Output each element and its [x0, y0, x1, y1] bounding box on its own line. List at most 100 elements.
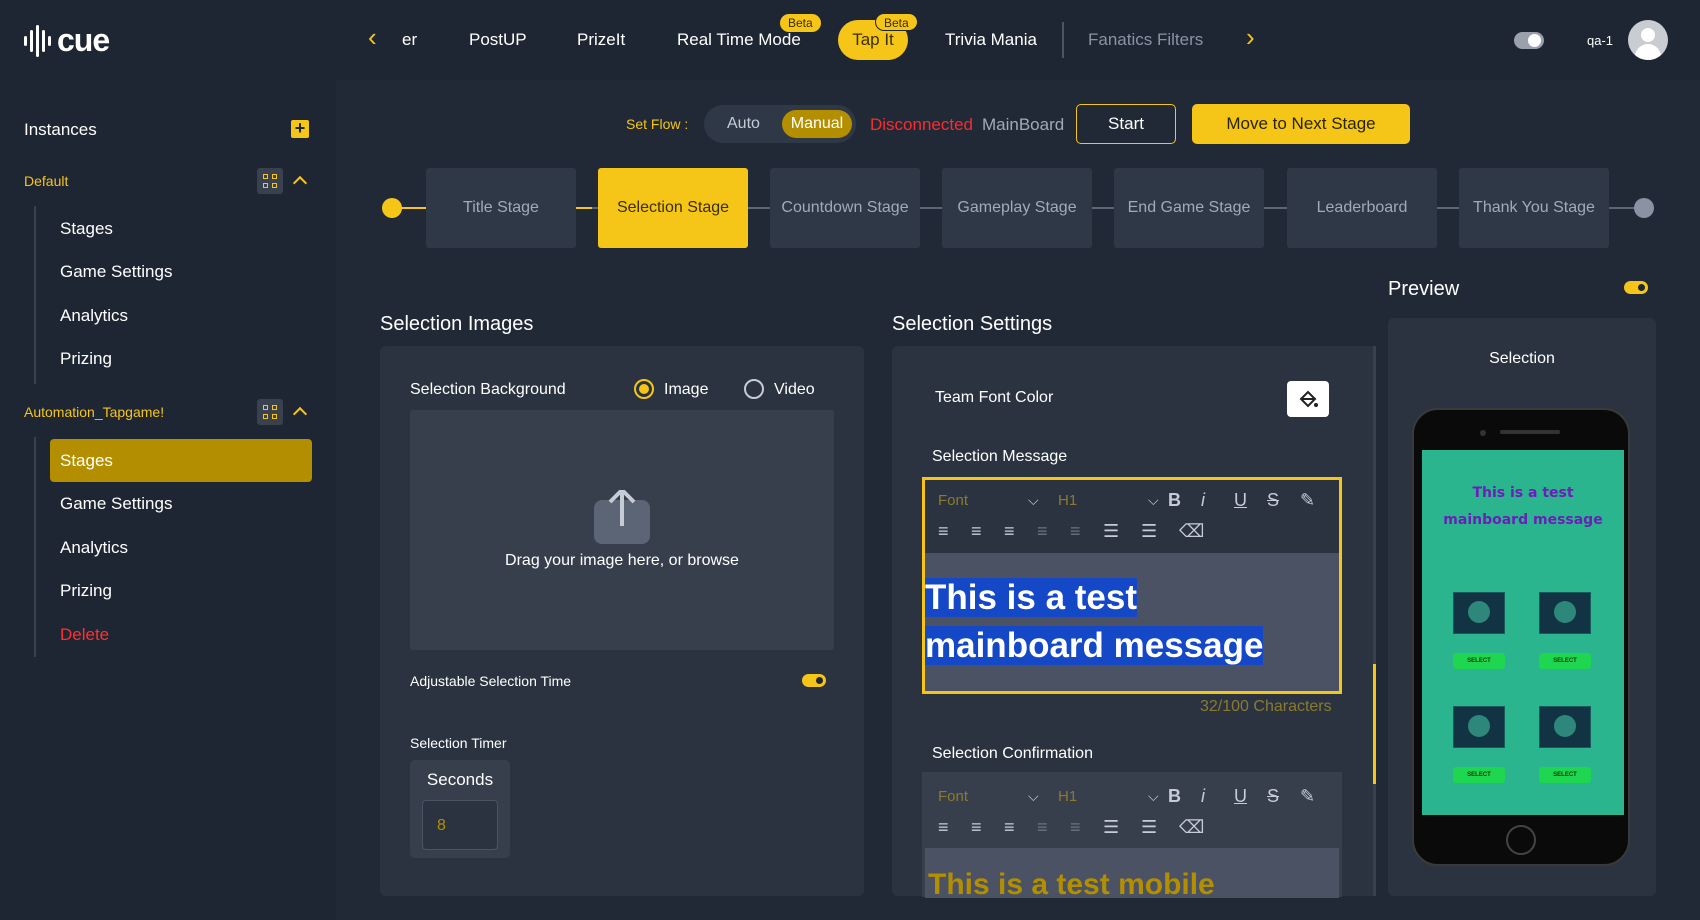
instance-default[interactable]: Default: [24, 173, 68, 189]
chevron-down-icon[interactable]: ⌵: [1148, 492, 1168, 509]
bullet-list-icon[interactable]: ☰: [1141, 521, 1179, 542]
chevron-down-icon[interactable]: ⌵: [1148, 788, 1168, 805]
flow-manual-option[interactable]: Manual: [782, 110, 852, 138]
sidebar-item-game-settings[interactable]: Game Settings: [60, 262, 172, 282]
bold-icon[interactable]: B: [1168, 490, 1201, 511]
align-right-icon[interactable]: ≡: [1004, 521, 1037, 542]
stage-gameplay[interactable]: Gameplay Stage: [942, 168, 1092, 248]
highlighter-icon[interactable]: ✎: [1300, 786, 1330, 807]
chevron-down-icon[interactable]: ⌵: [1028, 492, 1058, 509]
cue-logo[interactable]: cue: [24, 22, 110, 59]
font-select[interactable]: Font: [938, 492, 1028, 509]
selection-message-label: Selection Message: [932, 448, 1068, 465]
sidebar-item-stages-active[interactable]: Stages: [60, 451, 113, 471]
underline-icon[interactable]: U: [1234, 490, 1267, 511]
logo-mark-icon: [24, 23, 51, 59]
strikethrough-icon[interactable]: S: [1267, 490, 1300, 511]
nav-prev-icon[interactable]: ‹: [368, 22, 377, 53]
adjustable-time-label: Adjustable Selection Time: [410, 673, 572, 689]
bold-icon[interactable]: B: [1168, 786, 1201, 807]
image-radio[interactable]: [634, 379, 654, 399]
instance-automation-tapgame[interactable]: Automation_Tapgame!: [24, 404, 164, 420]
qr-code-icon[interactable]: [257, 168, 283, 194]
sidebar-item-analytics[interactable]: Analytics: [60, 538, 128, 558]
beta-badge: Beta: [875, 13, 918, 31]
sidebar-item-game-settings[interactable]: Game Settings: [60, 494, 172, 514]
underline-icon[interactable]: U: [1234, 786, 1267, 807]
indent-icon[interactable]: ≡: [1070, 521, 1103, 542]
paint-bucket-icon: [1299, 390, 1318, 408]
align-left-icon[interactable]: ≡: [938, 817, 971, 838]
sidebar-item-delete[interactable]: Delete: [60, 625, 109, 645]
sidebar-item-prizing[interactable]: Prizing: [60, 581, 112, 601]
strikethrough-icon[interactable]: S: [1267, 786, 1300, 807]
confirmation-text: This is a test mobile: [928, 868, 1215, 898]
stage-leaderboard[interactable]: Leaderboard: [1287, 168, 1437, 248]
add-instance-button[interactable]: +: [291, 119, 309, 138]
eraser-icon[interactable]: ⌫: [1179, 817, 1209, 838]
sidebar-item-stages[interactable]: Stages: [60, 219, 113, 239]
nav-item-real-time-mode[interactable]: Real Time Mode: [677, 30, 801, 50]
set-flow-label: Set Flow :: [626, 116, 689, 132]
selection-settings-title: Selection Settings: [892, 313, 1053, 335]
next-stage-button[interactable]: Move to Next Stage: [1192, 104, 1410, 144]
connection-status: Disconnected: [870, 115, 974, 134]
stage-end-dot: [1634, 198, 1654, 218]
align-left-icon[interactable]: ≡: [938, 521, 971, 542]
preview-toggle[interactable]: [1624, 281, 1648, 294]
team-image: [1539, 706, 1591, 748]
timer-input[interactable]: 8: [422, 800, 498, 850]
confirmation-editor-body[interactable]: This is a test mobile: [925, 848, 1339, 898]
adjustable-time-toggle[interactable]: [802, 674, 826, 687]
italic-icon[interactable]: i: [1201, 786, 1234, 807]
team-font-color-label: Team Font Color: [935, 389, 1054, 406]
eraser-icon[interactable]: ⌫: [1179, 521, 1209, 542]
preview-select-button: SELECT: [1453, 767, 1505, 783]
ordered-list-icon[interactable]: ☰: [1103, 521, 1141, 542]
stage-selection[interactable]: Selection Stage: [598, 168, 748, 248]
team-image: [1539, 592, 1591, 634]
bullet-list-icon[interactable]: ☰: [1141, 817, 1179, 838]
selection-background-label: Selection Background: [410, 381, 566, 398]
nav-item-postup[interactable]: PostUP: [469, 30, 527, 50]
align-center-icon[interactable]: ≡: [971, 817, 1004, 838]
flow-auto-option[interactable]: Auto: [727, 115, 760, 133]
nav-item-prizeit[interactable]: PrizeIt: [577, 30, 625, 50]
nav-item-er[interactable]: er: [402, 30, 417, 50]
outdent-icon[interactable]: ≡: [1037, 817, 1070, 838]
chevron-down-icon[interactable]: ⌵: [1028, 788, 1058, 805]
italic-icon[interactable]: i: [1201, 490, 1234, 511]
sidebar-item-prizing[interactable]: Prizing: [60, 349, 112, 369]
settings-scrollbar[interactable]: [1373, 346, 1376, 896]
stage-title[interactable]: Title Stage: [426, 168, 576, 248]
font-select[interactable]: Font: [938, 788, 1028, 805]
highlighter-icon[interactable]: ✎: [1300, 490, 1330, 511]
qr-code-icon[interactable]: [257, 399, 283, 425]
heading-select[interactable]: H1: [1058, 788, 1148, 805]
video-radio[interactable]: [744, 379, 764, 399]
nav-next-icon[interactable]: ›: [1246, 22, 1255, 53]
theme-toggle[interactable]: [1514, 32, 1544, 49]
outdent-icon[interactable]: ≡: [1037, 521, 1070, 542]
nav-item-trivia-mania[interactable]: Trivia Mania: [945, 30, 1037, 50]
start-button[interactable]: Start: [1076, 104, 1176, 144]
nav-item-fanatics-filters[interactable]: Fanatics Filters: [1088, 30, 1203, 50]
instances-title: Instances: [24, 120, 97, 139]
align-right-icon[interactable]: ≡: [1004, 817, 1037, 838]
editor-toolbar-row2: ≡ ≡ ≡ ≡ ≡ ☰ ☰ ⌫: [938, 812, 1238, 842]
ordered-list-icon[interactable]: ☰: [1103, 817, 1141, 838]
avatar[interactable]: [1628, 20, 1668, 60]
stage-end-game[interactable]: End Game Stage: [1114, 168, 1264, 248]
stage-thank-you[interactable]: Thank You Stage: [1459, 168, 1609, 248]
selection-confirmation-label: Selection Confirmation: [932, 745, 1093, 762]
settings-scrollbar-thumb[interactable]: [1373, 664, 1376, 784]
color-picker-button[interactable]: [1287, 381, 1329, 417]
sidebar-item-analytics[interactable]: Analytics: [60, 306, 128, 326]
selection-images-title: Selection Images: [380, 313, 534, 335]
stage-countdown[interactable]: Countdown Stage: [770, 168, 920, 248]
indent-icon[interactable]: ≡: [1070, 817, 1103, 838]
user-name: qa-1: [1587, 33, 1614, 48]
heading-select[interactable]: H1: [1058, 492, 1148, 509]
align-center-icon[interactable]: ≡: [971, 521, 1004, 542]
message-text[interactable]: This is a test mainboard message: [925, 574, 1305, 670]
